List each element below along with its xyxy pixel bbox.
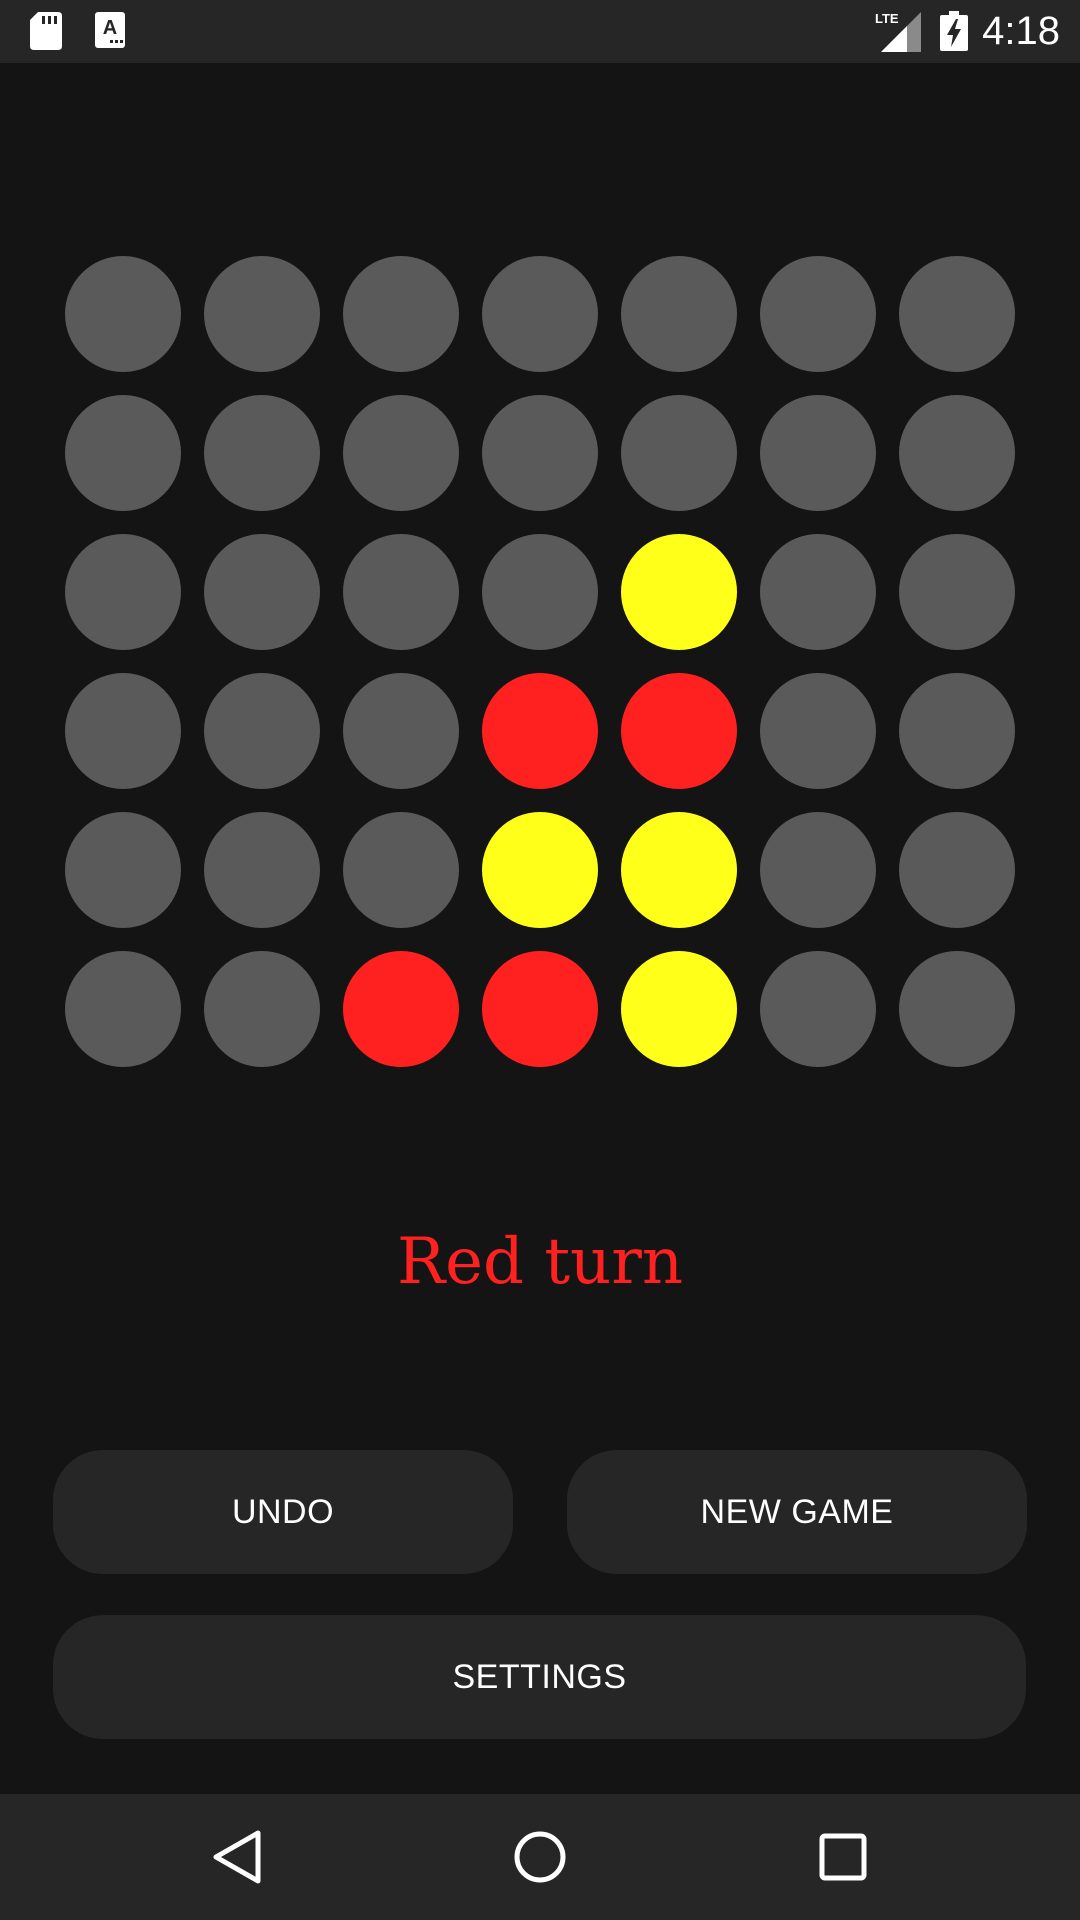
- empty-slot[interactable]: [482, 256, 598, 372]
- back-icon[interactable]: [210, 1829, 264, 1885]
- empty-slot[interactable]: [343, 812, 459, 928]
- empty-slot[interactable]: [204, 534, 320, 650]
- lte-signal-icon: LTE: [875, 11, 921, 52]
- empty-slot[interactable]: [760, 673, 876, 789]
- new-game-button[interactable]: NEW GAME: [567, 1450, 1027, 1574]
- svg-text:LTE: LTE: [875, 11, 899, 26]
- undo-button[interactable]: UNDO: [53, 1450, 513, 1574]
- empty-slot[interactable]: [204, 395, 320, 511]
- empty-slot[interactable]: [899, 812, 1015, 928]
- empty-slot[interactable]: [343, 534, 459, 650]
- empty-slot[interactable]: [204, 673, 320, 789]
- recent-apps-icon[interactable]: [818, 1829, 868, 1885]
- yellow-disc[interactable]: [621, 534, 737, 650]
- red-disc[interactable]: [482, 951, 598, 1067]
- empty-slot[interactable]: [65, 951, 181, 1067]
- sd-card-icon: [30, 12, 62, 50]
- empty-slot[interactable]: [621, 256, 737, 372]
- empty-slot[interactable]: [482, 395, 598, 511]
- empty-slot[interactable]: [899, 951, 1015, 1067]
- clock: 4:18: [982, 9, 1060, 53]
- navigation-bar: [0, 1794, 1080, 1920]
- empty-slot[interactable]: [760, 534, 876, 650]
- empty-slot[interactable]: [343, 256, 459, 372]
- game-board[interactable]: [65, 256, 1016, 1067]
- empty-slot[interactable]: [204, 951, 320, 1067]
- home-icon[interactable]: [512, 1829, 568, 1885]
- empty-slot[interactable]: [343, 395, 459, 511]
- empty-slot[interactable]: [204, 256, 320, 372]
- battery-charging-icon: [940, 11, 968, 51]
- yellow-disc[interactable]: [621, 812, 737, 928]
- empty-slot[interactable]: [65, 395, 181, 511]
- empty-slot[interactable]: [760, 256, 876, 372]
- yellow-disc[interactable]: [482, 812, 598, 928]
- empty-slot[interactable]: [65, 673, 181, 789]
- status-bar: A LTE 4:18: [0, 0, 1080, 63]
- settings-button[interactable]: SETTINGS: [53, 1615, 1026, 1739]
- empty-slot[interactable]: [899, 256, 1015, 372]
- turn-indicator: Red turn: [396, 1225, 684, 1299]
- yellow-disc[interactable]: [621, 951, 737, 1067]
- empty-slot[interactable]: [482, 534, 598, 650]
- empty-slot[interactable]: [65, 534, 181, 650]
- red-disc[interactable]: [482, 673, 598, 789]
- empty-slot[interactable]: [65, 812, 181, 928]
- empty-slot[interactable]: [899, 534, 1015, 650]
- empty-slot[interactable]: [760, 812, 876, 928]
- svg-text:A: A: [103, 17, 117, 39]
- red-disc[interactable]: [621, 673, 737, 789]
- empty-slot[interactable]: [65, 256, 181, 372]
- empty-slot[interactable]: [204, 812, 320, 928]
- empty-slot[interactable]: [343, 673, 459, 789]
- empty-slot[interactable]: [760, 951, 876, 1067]
- empty-slot[interactable]: [899, 673, 1015, 789]
- empty-slot[interactable]: [760, 395, 876, 511]
- empty-slot[interactable]: [899, 395, 1015, 511]
- red-disc[interactable]: [343, 951, 459, 1067]
- empty-slot[interactable]: [621, 395, 737, 511]
- keyboard-a-icon: A: [95, 12, 125, 48]
